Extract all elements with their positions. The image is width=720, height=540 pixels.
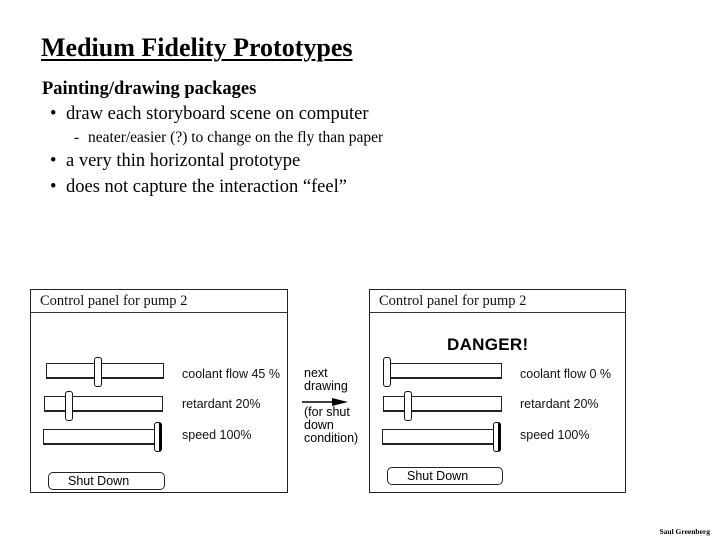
bullet-icon: • (50, 177, 57, 197)
dash-icon: - (74, 129, 80, 146)
panel-title: Control panel for pump 2 (40, 293, 188, 309)
bullet-text: does not capture the interaction “feel” (66, 177, 347, 197)
section-heading: Painting/drawing packages (42, 79, 257, 99)
speed-label: speed 100% (182, 428, 252, 442)
control-panel-before: Control panel for pump 2 coolant flow 45… (30, 289, 288, 493)
panel-title-bar: Control panel for pump 2 (31, 290, 287, 313)
bullet-text: draw each storyboard scene on computer (66, 104, 369, 124)
danger-warning: DANGER! (447, 335, 529, 354)
coolant-flow-label: coolant flow 45 % (182, 367, 280, 381)
coolant-flow-label: coolant flow 0 % (520, 367, 612, 381)
slider-thumb[interactable] (154, 422, 162, 452)
arrow-right-icon (302, 398, 348, 406)
sub-bullet-item: - neater/easier (?) to change on the fly … (74, 129, 383, 147)
slider-track[interactable] (43, 429, 162, 445)
caption-line: drawing (304, 379, 348, 393)
bullet-item: • draw each storyboard scene on computer (50, 104, 369, 125)
panel-title: Control panel for pump 2 (379, 293, 527, 309)
sub-bullet-text: neater/easier (?) to change on the fly t… (88, 129, 384, 146)
shut-down-button[interactable]: Shut Down (387, 467, 503, 485)
slider-track[interactable] (383, 396, 502, 412)
bullet-item: • does not capture the interaction “feel” (50, 177, 347, 198)
slider-thumb[interactable] (493, 422, 501, 452)
bullet-icon: • (50, 151, 57, 171)
control-panel-after: Control panel for pump 2 DANGER! coolant… (369, 289, 626, 493)
author-credit: Saul Greenberg (659, 527, 711, 536)
slide-title: Medium Fidelity Prototypes (41, 33, 353, 62)
slider-track[interactable] (46, 363, 164, 379)
panel-title-bar: Control panel for pump 2 (370, 290, 625, 313)
shut-down-label: Shut Down (68, 474, 130, 488)
slider-track[interactable] (385, 363, 502, 379)
bullet-text: a very thin horizontal prototype (66, 151, 301, 171)
caption-line: condition) (304, 431, 359, 445)
slider-track[interactable] (44, 396, 163, 412)
slider-thumb[interactable] (383, 357, 391, 387)
shut-down-button[interactable]: Shut Down (48, 472, 165, 490)
bullet-icon: • (50, 104, 57, 124)
slider-thumb[interactable] (403, 391, 412, 421)
retardant-label: retardant 20% (520, 397, 599, 411)
slider-thumb[interactable] (94, 357, 103, 387)
shut-down-label: Shut Down (407, 469, 469, 483)
slider-track[interactable] (382, 429, 501, 445)
slider-thumb[interactable] (64, 391, 73, 421)
retardant-label: retardant 20% (182, 397, 261, 411)
speed-label: speed 100% (520, 428, 590, 442)
bullet-item: • a very thin horizontal prototype (50, 151, 300, 172)
